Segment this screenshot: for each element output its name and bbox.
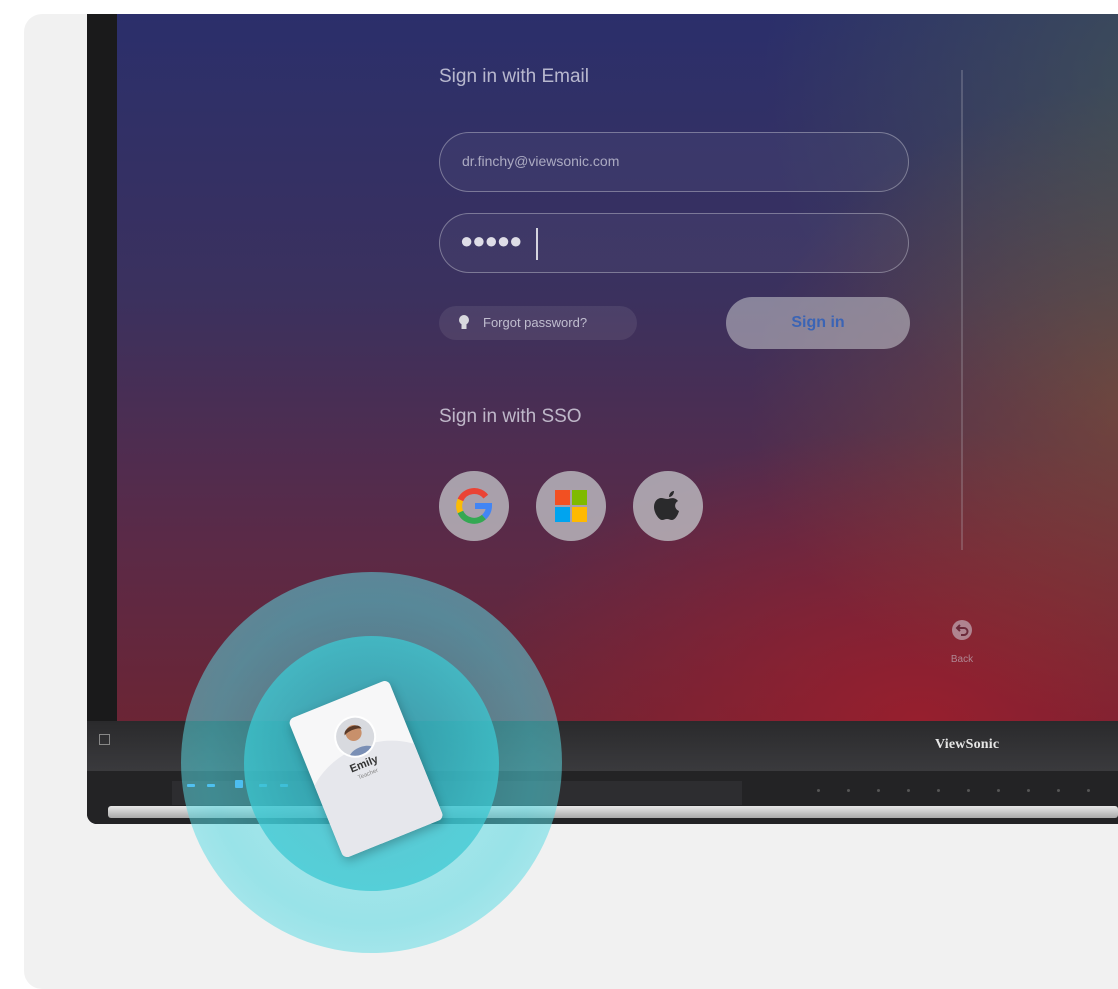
indicator-dot <box>997 789 1000 792</box>
indicator-dot <box>817 789 820 792</box>
email-field[interactable]: dr.finchy@viewsonic.com <box>439 132 909 192</box>
text-caret <box>536 228 538 260</box>
password-field-value: ●●●●● <box>460 228 522 253</box>
password-field[interactable]: ●●●●● <box>439 213 909 273</box>
brand-logo: ViewSonic <box>935 737 1000 752</box>
google-icon <box>456 488 493 524</box>
indicator-dot <box>1057 789 1060 792</box>
indicator-dot <box>1027 789 1030 792</box>
microsoft-sso-button[interactable] <box>536 471 606 541</box>
sign-in-button[interactable]: Sign in <box>726 297 910 349</box>
indicator-dot <box>847 789 850 792</box>
sso-signin-heading: Sign in with SSO <box>439 406 582 427</box>
forgot-password-label: Forgot password? <box>483 315 588 330</box>
indicator-dot <box>1087 789 1090 792</box>
lightbulb-icon <box>457 314 471 337</box>
input-source-icon <box>99 734 110 745</box>
indicator-dot <box>907 789 910 792</box>
apple-icon <box>654 491 679 520</box>
google-sso-button[interactable] <box>439 471 509 541</box>
illustration-frame: Sign in with Email dr.finchy@viewsonic.c… <box>24 14 1118 989</box>
back-label: Back <box>950 654 974 665</box>
email-field-value: dr.finchy@viewsonic.com <box>462 153 620 169</box>
indicator-dot <box>967 789 970 792</box>
back-arrow-icon[interactable] <box>951 619 973 646</box>
forgot-password-button[interactable]: Forgot password? <box>439 306 637 340</box>
apple-sso-button[interactable] <box>633 471 703 541</box>
email-signin-heading: Sign in with Email <box>439 66 589 87</box>
indicator-dot <box>937 789 940 792</box>
indicator-dot <box>877 789 880 792</box>
microsoft-icon <box>555 490 587 522</box>
panel-divider <box>961 70 963 550</box>
